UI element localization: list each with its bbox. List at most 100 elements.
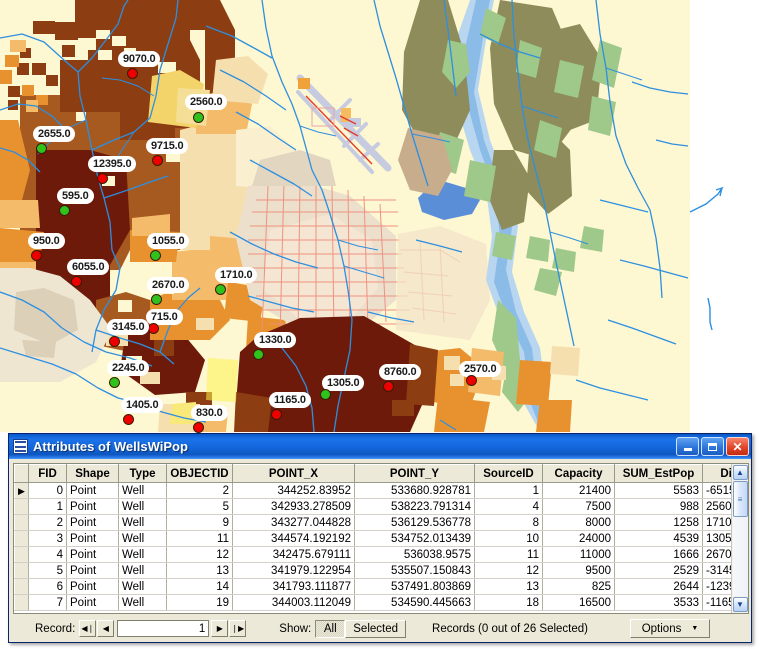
well-point-deficit[interactable]	[97, 173, 108, 184]
row-selector[interactable]	[14, 562, 29, 579]
row-selector[interactable]	[14, 594, 29, 611]
column-header-point_y[interactable]: POINT_Y	[354, 464, 475, 483]
cell-fid[interactable]: 1	[28, 498, 67, 515]
column-header-difference[interactable]: Difference	[702, 464, 731, 483]
cell-capacity[interactable]: 7500	[542, 498, 615, 515]
first-record-button[interactable]: ◀❘	[79, 620, 97, 637]
cell-point_x[interactable]: 343277.044828	[232, 514, 355, 531]
cell-fid[interactable]: 2	[28, 514, 67, 531]
cell-point_x[interactable]: 341793.111877	[232, 578, 355, 595]
well-point-surplus[interactable]	[320, 389, 331, 400]
well-point-deficit[interactable]	[127, 68, 138, 79]
cell-point_x[interactable]: 342475.679111	[232, 546, 355, 563]
cell-difference[interactable]: 2560.0	[702, 498, 731, 515]
cell-sum_estpop[interactable]: 2529	[614, 562, 703, 579]
cell-sourceid[interactable]: 11	[474, 546, 543, 563]
cell-fid[interactable]: 3	[28, 530, 67, 547]
cell-objectid[interactable]: 13	[166, 562, 233, 579]
row-selector[interactable]	[14, 514, 29, 531]
cell-sum_estpop[interactable]: 3533	[614, 594, 703, 611]
cell-objectid[interactable]: 9	[166, 514, 233, 531]
cell-capacity[interactable]: 825	[542, 578, 615, 595]
show-all-button[interactable]: All	[315, 619, 346, 638]
cell-sum_estpop[interactable]: 2644	[614, 578, 703, 595]
table-row[interactable]: 2 Point Well 9 343277.044828 536129.536778 8 80…	[14, 514, 731, 531]
cell-fid[interactable]: 6	[28, 578, 67, 595]
well-point-deficit[interactable]	[148, 323, 159, 334]
cell-point_y[interactable]: 534752.013439	[354, 530, 475, 547]
table-row[interactable]: ▶ 0 Point Well 2 344252.83952 533680.928781 1 21…	[14, 482, 731, 499]
column-header-type[interactable]: Type	[118, 464, 167, 483]
cell-difference[interactable]: -12395.0	[702, 578, 731, 595]
cell-objectid[interactable]: 14	[166, 578, 233, 595]
column-header-fid[interactable]: FID	[28, 464, 67, 483]
cell-type[interactable]: Well	[118, 514, 167, 531]
well-point-deficit[interactable]	[123, 414, 134, 425]
cell-fid[interactable]: 4	[28, 546, 67, 563]
maximize-button[interactable]	[701, 437, 724, 456]
scroll-up-button[interactable]: ▲	[732, 465, 748, 480]
table-row[interactable]: 7 Point Well 19 344003.112049 534590.445663 18…	[14, 594, 731, 611]
cell-point_x[interactable]: 344252.83952	[232, 482, 355, 499]
cell-type[interactable]: Well	[118, 498, 167, 515]
cell-sourceid[interactable]: 10	[474, 530, 543, 547]
cell-point_y[interactable]: 536129.536778	[354, 514, 475, 531]
column-header-shape[interactable]: Shape	[66, 464, 119, 483]
attributes-window[interactable]: Attributes of WellsWiPop ✕ FID Shape Typ…	[8, 433, 752, 643]
cell-objectid[interactable]: 19	[166, 594, 233, 611]
well-point-surplus[interactable]	[59, 205, 70, 216]
cell-capacity[interactable]: 9500	[542, 562, 615, 579]
next-record-button[interactable]: ▶	[211, 620, 229, 637]
well-point-surplus[interactable]	[215, 284, 226, 295]
column-header-sum_estpop[interactable]: SUM_EstPop	[614, 464, 703, 483]
cell-fid[interactable]: 0	[28, 482, 67, 499]
cell-capacity[interactable]: 11000	[542, 546, 615, 563]
cell-point_y[interactable]: 537491.803869	[354, 578, 475, 595]
cell-sourceid[interactable]: 18	[474, 594, 543, 611]
cell-sourceid[interactable]: 12	[474, 562, 543, 579]
cell-type[interactable]: Well	[118, 530, 167, 547]
cell-shape[interactable]: Point	[66, 530, 119, 547]
scrollbar-track[interactable]	[732, 517, 748, 596]
scrollbar-thumb[interactable]: ≡	[732, 481, 748, 517]
cell-point_x[interactable]: 344003.112049	[232, 594, 355, 611]
table-body[interactable]: ▶ 0 Point Well 2 344252.83952 533680.928781 1 21…	[14, 482, 731, 611]
cell-difference[interactable]: -1165.0	[702, 594, 731, 611]
scroll-down-button[interactable]: ▼	[732, 597, 748, 612]
row-select-header[interactable]	[14, 464, 29, 483]
map-view[interactable]: 9070.0 2560.0 2655.0 9715.0 12395.0 595.0 950.…	[0, 0, 760, 440]
cell-capacity[interactable]: 16500	[542, 594, 615, 611]
cell-sum_estpop[interactable]: 5583	[614, 482, 703, 499]
table-row[interactable]: 3 Point Well 11 344574.192192 534752.013439 10…	[14, 530, 731, 547]
well-point-surplus[interactable]	[36, 143, 47, 154]
well-point-surplus[interactable]	[109, 377, 120, 388]
well-point-surplus[interactable]	[151, 294, 162, 305]
cell-difference[interactable]: -3145.0	[702, 562, 731, 579]
cell-point_y[interactable]: 534590.445663	[354, 594, 475, 611]
table-row[interactable]: 5 Point Well 13 341979.122954 535507.150843 12…	[14, 562, 731, 579]
well-point-surplus[interactable]	[253, 349, 264, 360]
record-number-input[interactable]	[117, 620, 210, 637]
cell-type[interactable]: Well	[118, 482, 167, 499]
last-record-button[interactable]: ❘▶	[229, 620, 247, 637]
well-point-surplus[interactable]	[150, 250, 161, 261]
options-button[interactable]: Options ▼	[630, 619, 710, 638]
column-header-sourceid[interactable]: SourceID	[474, 464, 543, 483]
column-header-point_x[interactable]: POINT_X	[232, 464, 355, 483]
previous-record-button[interactable]: ◀	[97, 620, 115, 637]
cell-sum_estpop[interactable]: 1666	[614, 546, 703, 563]
minimize-button[interactable]	[676, 437, 699, 456]
cell-sourceid[interactable]: 4	[474, 498, 543, 515]
cell-shape[interactable]: Point	[66, 546, 119, 563]
cell-point_y[interactable]: 535507.150843	[354, 562, 475, 579]
cell-fid[interactable]: 7	[28, 594, 67, 611]
cell-sum_estpop[interactable]: 1258	[614, 514, 703, 531]
cell-shape[interactable]: Point	[66, 498, 119, 515]
cell-objectid[interactable]: 5	[166, 498, 233, 515]
cell-fid[interactable]: 5	[28, 562, 67, 579]
cell-shape[interactable]: Point	[66, 594, 119, 611]
well-point-deficit[interactable]	[152, 155, 163, 166]
cell-sourceid[interactable]: 1	[474, 482, 543, 499]
column-header-objectid[interactable]: OBJECTID	[166, 464, 233, 483]
well-point-deficit[interactable]	[383, 381, 394, 392]
